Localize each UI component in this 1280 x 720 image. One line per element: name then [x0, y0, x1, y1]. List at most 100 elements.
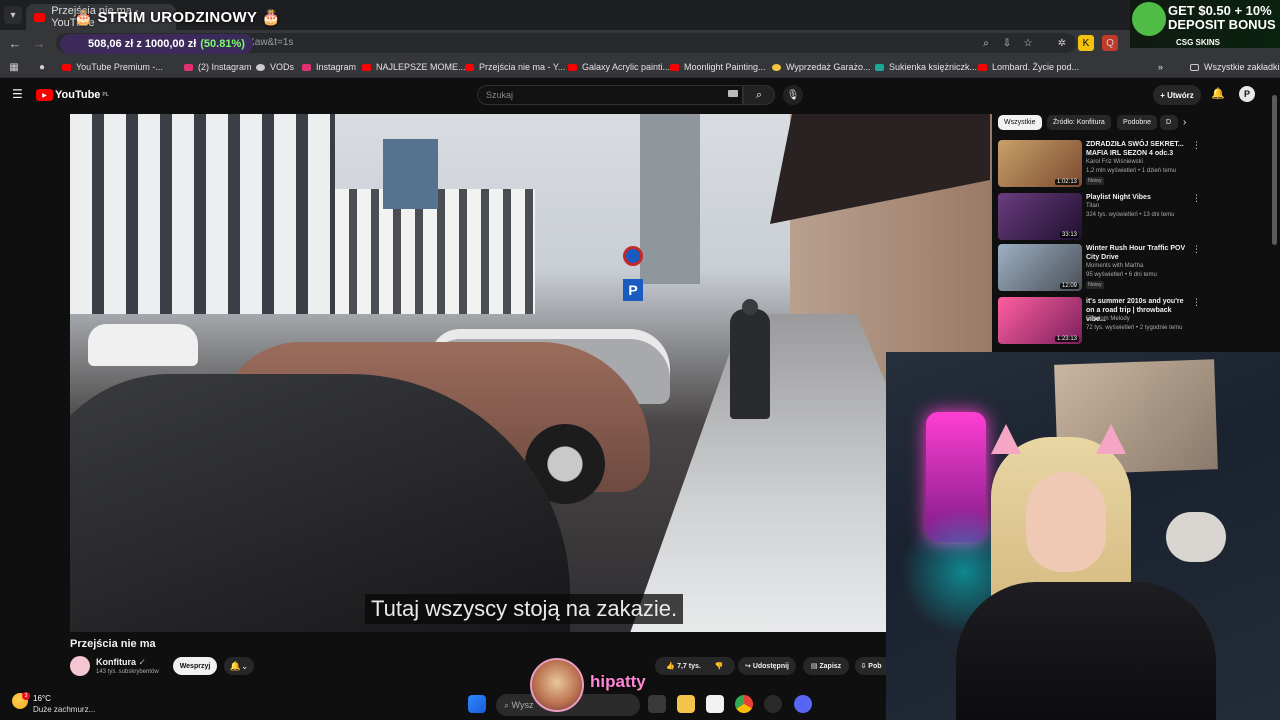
bookmark-label: VODs	[270, 62, 295, 72]
chip-related[interactable]: Podobne	[1117, 115, 1158, 130]
search-button[interactable]: ⌕	[743, 85, 775, 105]
car-white	[88, 324, 198, 366]
microphone-icon[interactable]: 🎙	[783, 85, 803, 105]
new-badge: Nowy	[1086, 177, 1104, 185]
store-icon[interactable]	[706, 695, 724, 713]
video-duration: 33:13	[1059, 232, 1079, 238]
chip-all[interactable]: Wszystkie	[998, 115, 1042, 130]
bookmark-label: Galaxy Acrylic painti...	[582, 62, 671, 72]
app-icon[interactable]	[764, 695, 782, 713]
video-player[interactable]: P	[70, 114, 992, 632]
pedestrian-head	[742, 299, 758, 315]
bookmark-item[interactable]: Instagram	[302, 60, 356, 74]
bookmark-item[interactable]: Przejścia nie ma - Y...	[465, 60, 565, 74]
like-dislike-group: 👍 7,7 tys. 👎	[655, 657, 735, 675]
extension-k-icon[interactable]: K	[1078, 35, 1094, 51]
bookmarks-overflow-icon[interactable]: »	[1158, 60, 1163, 74]
bookmark-label: YouTube Premium -...	[76, 62, 163, 72]
menu-icon[interactable]: ☰	[12, 88, 24, 100]
bookmark-item[interactable]: VODs	[256, 60, 294, 74]
bookmark-item[interactable]: Wyprzedaż Garażo...	[772, 60, 870, 74]
search-icon: ⌕	[504, 699, 512, 710]
create-button[interactable]: + Utwórz	[1153, 85, 1201, 105]
donation-goal: 1000,00 zł	[144, 38, 197, 50]
recommendation-title[interactable]: Playlist Night Vibes	[1086, 193, 1190, 202]
bookmark-item[interactable]: Galaxy Acrylic painti...	[568, 60, 670, 74]
github-icon[interactable]: ●	[34, 59, 50, 75]
recommendation-channel: Random Melody	[1086, 316, 1130, 322]
scrollbar[interactable]	[1272, 95, 1277, 245]
extension-icon[interactable]: ✲	[1054, 35, 1070, 51]
donation-goal-bar: 508,06 zł z 1000,00 zł (50.81%)	[60, 34, 253, 54]
recommendation-item[interactable]: 1:02:13 ZDRADZIŁA SWÓJ SEKRET... MAFIA IR…	[998, 140, 1268, 188]
streamer-jersey	[956, 582, 1216, 720]
recommendation-item[interactable]: 33:13 Playlist Night Vibes Titan 324 tys. w…	[998, 193, 1268, 241]
sale-icon	[772, 63, 781, 71]
dislike-icon[interactable]: 👎	[715, 662, 724, 670]
chevron-down-icon: ⌄	[240, 660, 249, 671]
video-duration: 12:09	[1059, 283, 1079, 289]
youtube-icon	[978, 63, 987, 71]
bookmark-label: (2) Instagram	[198, 62, 252, 72]
more-vert-icon[interactable]: ⋮	[1192, 140, 1201, 151]
download-label: Pob	[868, 662, 882, 670]
more-vert-icon[interactable]: ⋮	[1192, 297, 1201, 308]
file-explorer-icon[interactable]	[677, 695, 695, 713]
video-thumbnail[interactable]: 12:09	[998, 244, 1082, 291]
share-button[interactable]: ↪ Udostępnij	[738, 657, 796, 675]
folder-icon	[1190, 63, 1199, 71]
discord-icon[interactable]	[794, 695, 812, 713]
like-button[interactable]: 👍 7,7 tys.	[666, 662, 700, 670]
video-thumbnail[interactable]: 33:13	[998, 193, 1082, 240]
chip-more[interactable]: D	[1160, 115, 1178, 130]
bookmark-item[interactable]: YouTube Premium -...	[62, 60, 163, 74]
bookmark-item[interactable]: Lombard. Życie pod...	[978, 60, 1079, 74]
recommendation-title[interactable]: ZDRADZIŁA SWÓJ SEKRET... MAFIA IRL SEZON…	[1086, 140, 1190, 158]
chrome-icon[interactable]	[735, 695, 753, 713]
install-icon[interactable]: ⇩	[999, 35, 1015, 51]
download-button[interactable]: ⇩ Pob	[855, 657, 887, 675]
youtube-icon	[62, 63, 71, 71]
support-button[interactable]: Wesprzyj	[173, 657, 217, 675]
subscription-bell-button[interactable]: 🔔 ⌄	[224, 657, 254, 675]
back-icon[interactable]: ←	[6, 34, 24, 52]
more-vert-icon[interactable]: ⋮	[1192, 244, 1201, 255]
task-view-icon[interactable]	[648, 695, 666, 713]
recommendation-channel: Titan	[1086, 203, 1100, 209]
bookmark-item[interactable]: Sukienka księżniczk...	[875, 60, 977, 74]
apps-grid-icon[interactable]: ▦	[6, 59, 22, 75]
bookmark-item[interactable]: (2) Instagram	[184, 60, 252, 74]
tab-search-icon[interactable]: ▾	[4, 6, 22, 24]
save-button[interactable]: ▤ Zapisz	[803, 657, 849, 675]
download-icon: ⇩	[860, 663, 867, 670]
recommendation-title[interactable]: Winter Rush Hour Traffic POV City Drive	[1086, 244, 1190, 262]
bookmark-item[interactable]: NAJLEPSZE MOME...	[362, 60, 466, 74]
video-thumbnail[interactable]: 1:23:13	[998, 297, 1082, 344]
chevron-right-icon[interactable]: ›	[1183, 117, 1186, 128]
search-input[interactable]: Szukaj	[477, 85, 743, 105]
recommendation-item[interactable]: 12:09 Winter Rush Hour Traffic POV City D…	[998, 244, 1268, 292]
bookmark-item[interactable]: Moonlight Painting...	[670, 60, 766, 74]
bookmark-label: NAJLEPSZE MOME...	[376, 62, 466, 72]
all-bookmarks-label: Wszystkie zakładki	[1204, 62, 1280, 72]
more-vert-icon[interactable]: ⋮	[1192, 193, 1201, 204]
video-thumbnail[interactable]: 1:02:13	[998, 140, 1082, 187]
account-avatar[interactable]: P	[1239, 86, 1255, 102]
youtube-logo[interactable]: ▶ YouTube PL	[36, 88, 109, 102]
channel-name[interactable]: Konfitura ✓	[96, 657, 146, 668]
bookmark-star-icon[interactable]: ☆	[1020, 35, 1036, 51]
streamer-webcam	[886, 352, 1280, 720]
all-bookmarks[interactable]: Wszystkie zakładki	[1190, 60, 1280, 74]
stream-title-text: STRIM URODZINOWY	[97, 9, 257, 26]
ad-line-2: DEPOSIT BONUS	[1168, 17, 1276, 32]
notifications-bell-icon[interactable]: 🔔	[1211, 87, 1225, 101]
windows-start-icon[interactable]	[468, 695, 486, 713]
chip-source[interactable]: Źródło: Konfitura	[1047, 115, 1111, 130]
keyboard-icon[interactable]	[728, 90, 738, 97]
instagram-icon	[302, 63, 311, 71]
zoom-icon[interactable]: ⌕	[978, 35, 994, 51]
recommendation-item[interactable]: 1:23:13 it's summer 2010s and you're on a…	[998, 297, 1268, 345]
forward-icon[interactable]: →	[30, 34, 48, 52]
extension-red-icon[interactable]: Q	[1102, 35, 1118, 51]
channel-avatar[interactable]	[70, 656, 90, 676]
